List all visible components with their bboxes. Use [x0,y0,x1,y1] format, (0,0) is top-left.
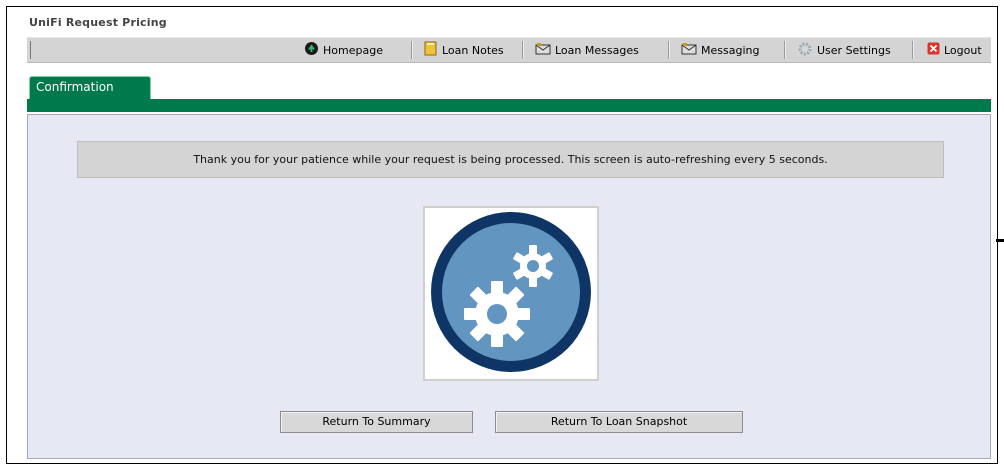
toolbar-separator [522,41,524,59]
user-settings-label: User Settings [817,43,891,57]
toolbar-separator [668,41,670,59]
processing-message: Thank you for your patience while your r… [77,141,944,178]
toolbar: Homepage Loan Notes Loan Messages Messag… [27,37,991,63]
user-settings-button[interactable]: User Settings [797,38,891,62]
return-to-loan-snapshot-button[interactable]: Return To Loan Snapshot [495,411,743,433]
loan-notes-button[interactable]: Loan Notes [423,38,504,62]
tab-confirmation[interactable]: Confirmation [29,76,151,99]
logout-button[interactable]: Logout [927,38,982,62]
loan-messages-icon [535,42,555,59]
tab-bar [27,99,991,112]
toolbar-separator [784,41,786,59]
loan-notes-label: Loan Notes [442,43,504,57]
toolbar-grip [30,41,31,59]
loan-messages-button[interactable]: Loan Messages [535,38,639,62]
tab-strip: Confirmation [27,73,991,114]
homepage-button[interactable]: Homepage [304,38,383,62]
edge-mark [996,239,1004,242]
messaging-icon [681,42,701,59]
toolbar-separator [411,41,413,59]
processing-gears-icon [427,208,595,380]
return-to-summary-button[interactable]: Return To Summary [280,411,473,433]
gear-icon [797,41,817,60]
logout-icon [927,42,944,58]
processing-image [423,206,599,381]
logout-label: Logout [944,43,982,57]
content-panel: Thank you for your patience while your r… [27,114,991,459]
notes-icon [423,41,442,59]
app-title: UniFi Request Pricing [29,16,167,29]
homepage-label: Homepage [323,43,383,57]
home-icon [304,41,323,59]
toolbar-separator [912,41,914,59]
messaging-label: Messaging [701,43,760,57]
messaging-button[interactable]: Messaging [681,38,759,62]
loan-messages-label: Loan Messages [555,43,639,57]
